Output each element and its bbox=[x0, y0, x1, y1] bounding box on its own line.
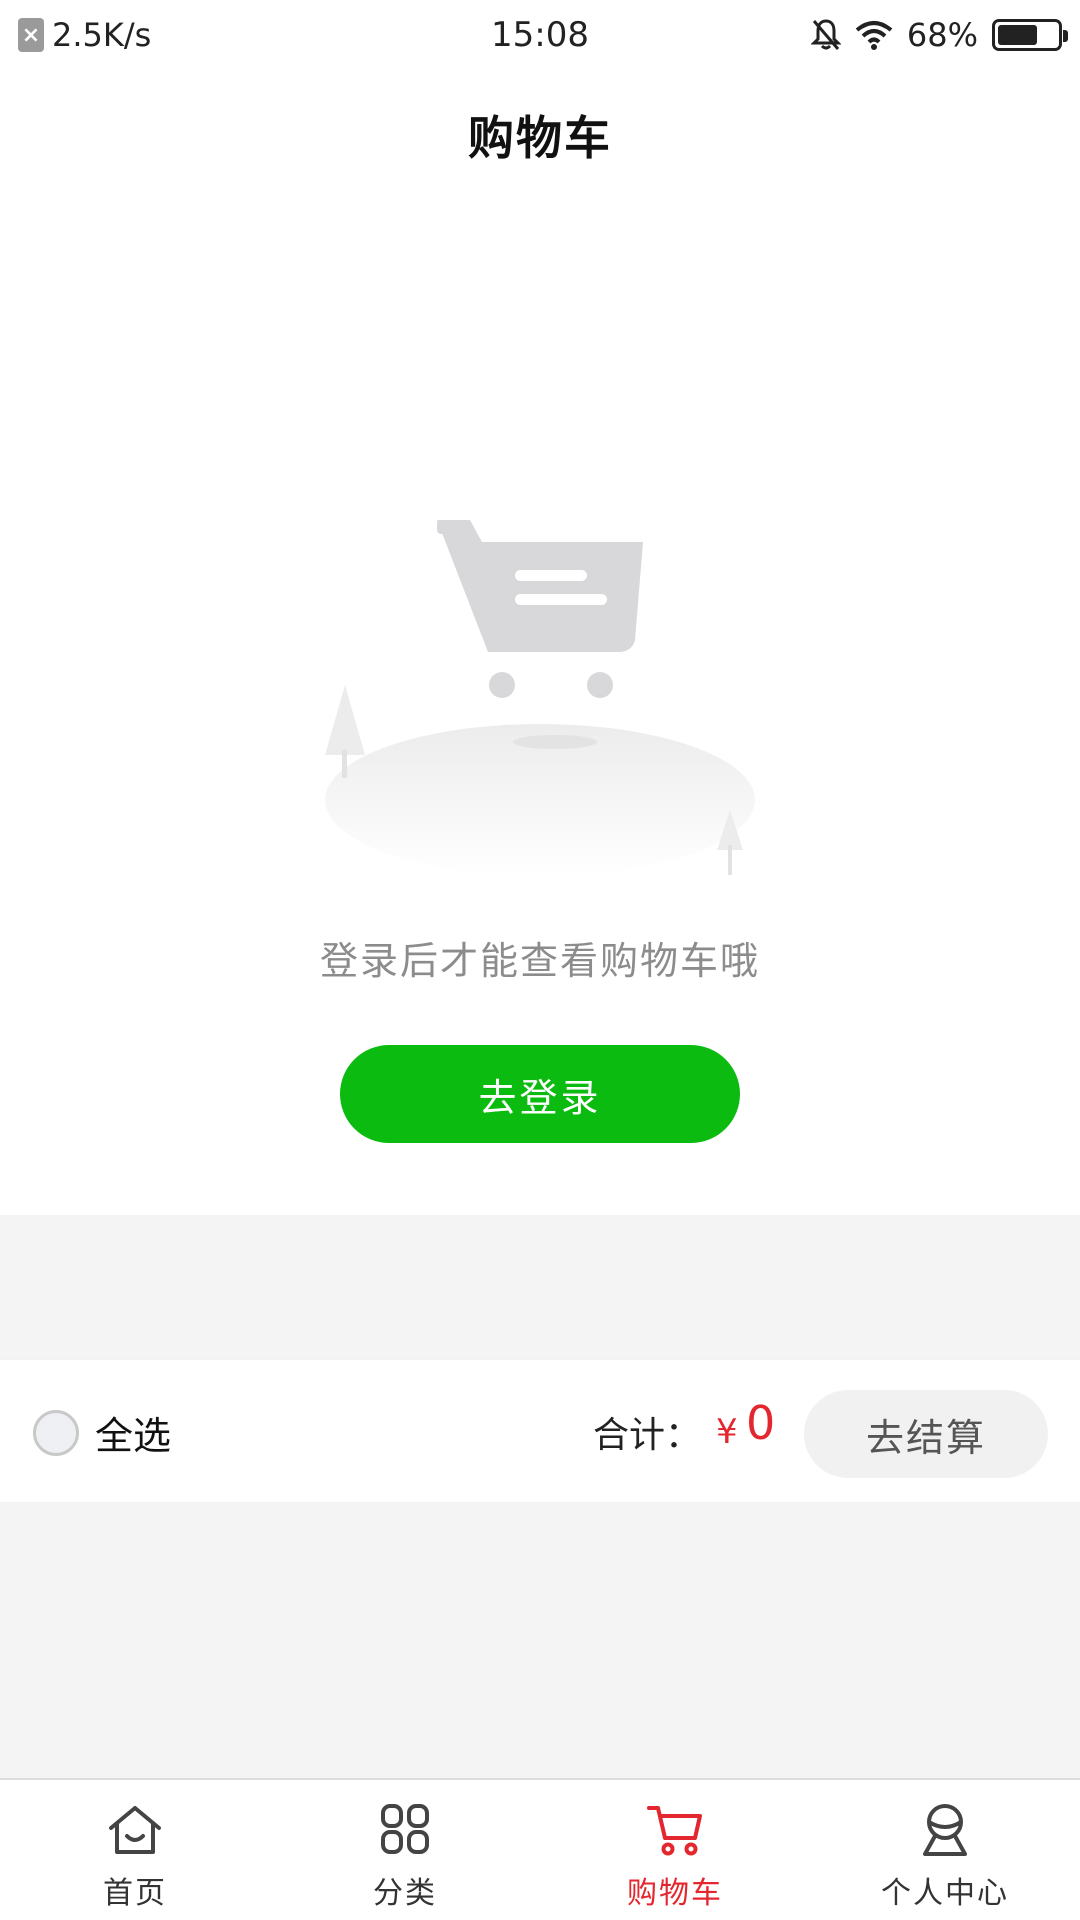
tab-cart-label: 购物车 bbox=[627, 1876, 723, 1911]
select-all-checkbox[interactable] bbox=[33, 1410, 79, 1456]
tab-home-label: 首页 bbox=[103, 1876, 167, 1911]
page-header: 购物车 bbox=[0, 70, 1080, 200]
select-all-label[interactable]: 全选 bbox=[95, 1405, 171, 1460]
login-button[interactable]: 去登录 bbox=[340, 1045, 740, 1143]
tab-category-label: 分类 bbox=[373, 1876, 437, 1911]
tab-cart[interactable]: 购物车 bbox=[540, 1780, 810, 1920]
home-icon bbox=[109, 1806, 161, 1854]
checkout-bar: 全选 合计： ¥ 0 去结算 bbox=[0, 1360, 1080, 1502]
status-left: × 2.5K/s bbox=[18, 16, 151, 54]
total-currency: ¥ bbox=[716, 1412, 738, 1452]
no-sim-icon: × bbox=[18, 18, 44, 52]
category-grid-icon bbox=[381, 1804, 429, 1854]
network-speed: 2.5K/s bbox=[52, 16, 152, 54]
total-price: 0 bbox=[746, 1396, 776, 1450]
tab-home[interactable]: 首页 bbox=[0, 1780, 270, 1920]
total-label: 合计： bbox=[593, 1415, 702, 1456]
page-title: 购物车 bbox=[468, 111, 612, 165]
status-bar: × 2.5K/s 15:08 68% bbox=[0, 0, 1080, 70]
status-right: 68% bbox=[810, 16, 1068, 54]
empty-cart-icon bbox=[325, 520, 755, 876]
battery-level-fill bbox=[998, 25, 1037, 45]
content-background-bottom bbox=[0, 1502, 1080, 1778]
bell-off-icon bbox=[810, 19, 841, 50]
tab-profile[interactable]: 个人中心 bbox=[810, 1780, 1080, 1920]
login-hint-text: 登录后才能查看购物车哦 bbox=[319, 939, 760, 983]
battery-icon bbox=[992, 19, 1068, 51]
content-background bbox=[0, 1215, 1080, 1360]
user-icon bbox=[923, 1804, 967, 1856]
battery-percent: 68% bbox=[906, 16, 978, 54]
tab-profile-label: 个人中心 bbox=[881, 1876, 1009, 1911]
wifi-icon bbox=[855, 21, 893, 50]
bottom-tab-bar: 首页 分类 购物车 个人中心 bbox=[0, 1778, 1080, 1920]
tab-category[interactable]: 分类 bbox=[270, 1780, 540, 1920]
checkout-button[interactable]: 去结算 bbox=[804, 1390, 1048, 1478]
cart-icon bbox=[647, 1806, 702, 1856]
